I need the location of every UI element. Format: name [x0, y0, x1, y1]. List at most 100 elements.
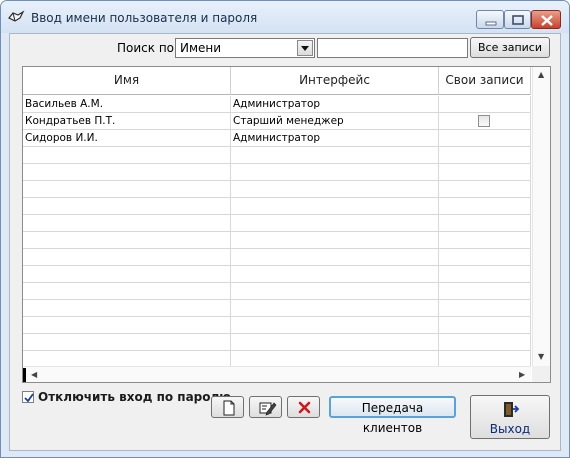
delete-icon [298, 401, 311, 414]
cell-own-records [439, 283, 531, 300]
cell-name [23, 266, 231, 283]
scroll-down-icon[interactable]: ▼ [538, 352, 544, 361]
empty-row[interactable] [23, 215, 531, 232]
chevron-down-icon [301, 46, 309, 51]
cell-interface [231, 266, 439, 283]
column-header-own-records[interactable]: Свои записи [439, 67, 531, 95]
cell-interface [231, 232, 439, 249]
own-records-checkbox[interactable] [478, 115, 490, 127]
column-header-name[interactable]: Имя [23, 67, 231, 95]
checkmark-icon [24, 393, 34, 403]
close-icon [541, 15, 553, 26]
scrollbar-corner [532, 366, 550, 382]
empty-row[interactable] [23, 283, 531, 300]
edit-user-button[interactable] [249, 396, 282, 418]
cell-own-records [439, 334, 531, 351]
cell-interface [231, 283, 439, 300]
disable-password-checkbox[interactable] [22, 391, 34, 403]
empty-row[interactable] [23, 334, 531, 351]
cell-interface: Администратор [231, 96, 439, 113]
cell-name [23, 198, 231, 215]
cell-name [23, 181, 231, 198]
transfer-clients-button[interactable]: Передача клиентов [329, 396, 456, 435]
cell-own-records [439, 96, 531, 113]
cell-name: Сидоров И.И. [23, 130, 231, 147]
cell-name [23, 249, 231, 266]
cell-own-records [439, 232, 531, 249]
all-records-button[interactable]: Все записи [470, 37, 550, 58]
close-button[interactable] [531, 10, 561, 29]
maximize-button[interactable] [504, 10, 531, 29]
table-row[interactable]: Кондратьев П.Т. Старший менеджер [23, 113, 531, 130]
new-document-icon [223, 400, 235, 416]
search-field-value: Имени [180, 41, 222, 55]
scroll-right-icon[interactable]: ▶ [519, 370, 525, 379]
cell-name: Кондратьев П.Т. [23, 113, 231, 130]
cell-own-records [439, 198, 531, 215]
cell-interface [231, 317, 439, 334]
empty-row[interactable] [23, 198, 531, 215]
column-header-interface[interactable]: Интерфейс [231, 67, 439, 95]
cell-own-records [439, 266, 531, 283]
cell-own-records [439, 164, 531, 181]
cell-name [23, 215, 231, 232]
vertical-scrollbar[interactable]: ▲ ▼ [532, 67, 550, 366]
empty-row[interactable] [23, 181, 531, 198]
edit-icon [259, 402, 277, 416]
exit-door-icon [504, 402, 520, 417]
empty-row[interactable] [23, 317, 531, 334]
cell-name [23, 164, 231, 181]
horizontal-scrollbar[interactable]: ◀ ▶ [23, 366, 531, 382]
cell-name [23, 334, 231, 351]
cell-interface [231, 249, 439, 266]
cell-interface: Администратор [231, 130, 439, 147]
cell-name [23, 317, 231, 334]
empty-row[interactable] [23, 266, 531, 283]
disable-password-label[interactable]: Отключить вход по паролю [38, 390, 231, 404]
scroll-up-icon[interactable]: ▲ [538, 70, 544, 79]
empty-row[interactable] [23, 300, 531, 317]
delete-user-button[interactable] [287, 396, 320, 418]
search-by-label: Поиск по [117, 41, 175, 55]
dropdown-button[interactable] [297, 40, 313, 56]
empty-row[interactable] [23, 147, 531, 164]
maximize-icon [512, 15, 524, 25]
minimize-icon [485, 21, 497, 26]
cell-interface: Старший менеджер [231, 113, 439, 130]
cell-interface [231, 334, 439, 351]
title-bar[interactable]: Ввод имени пользователя и пароля [1, 1, 569, 33]
empty-row[interactable] [23, 164, 531, 181]
cell-name [23, 283, 231, 300]
cell-own-records [439, 130, 531, 147]
grid-header: Имя Интерфейс Свои записи [23, 67, 531, 95]
cell-name [23, 300, 231, 317]
cell-own-records [439, 300, 531, 317]
cell-own-records [439, 249, 531, 266]
cell-interface [231, 181, 439, 198]
cell-own-records [439, 317, 531, 334]
empty-row[interactable] [23, 249, 531, 266]
cell-name [23, 232, 231, 249]
grid-body: Васильев А.М. Администратор Кондратьев П.Т… [23, 96, 531, 368]
scroll-position-marker [23, 368, 26, 382]
cell-interface [231, 198, 439, 215]
search-field-select[interactable]: Имени [175, 38, 315, 58]
new-user-button[interactable] [211, 396, 244, 418]
scroll-left-icon[interactable]: ◀ [31, 370, 37, 379]
table-row[interactable]: Васильев А.М. Администратор [23, 96, 531, 113]
minimize-button[interactable] [476, 10, 504, 29]
app-icon [8, 10, 25, 22]
cell-own-records [439, 147, 531, 164]
dialog-body: Поиск по Имени Все записи Имя Интерфейс … [9, 33, 561, 451]
cell-interface [231, 300, 439, 317]
cell-name: Васильев А.М. [23, 96, 231, 113]
search-input[interactable] [317, 38, 468, 58]
window-title: Ввод имени пользователя и пароля [31, 11, 258, 25]
exit-label: Выход [489, 422, 531, 436]
cell-interface [231, 215, 439, 232]
cell-own-records [439, 181, 531, 198]
cell-interface [231, 147, 439, 164]
empty-row[interactable] [23, 232, 531, 249]
exit-button[interactable]: Выход [470, 395, 550, 439]
table-row[interactable]: Сидоров И.И. Администратор [23, 130, 531, 147]
